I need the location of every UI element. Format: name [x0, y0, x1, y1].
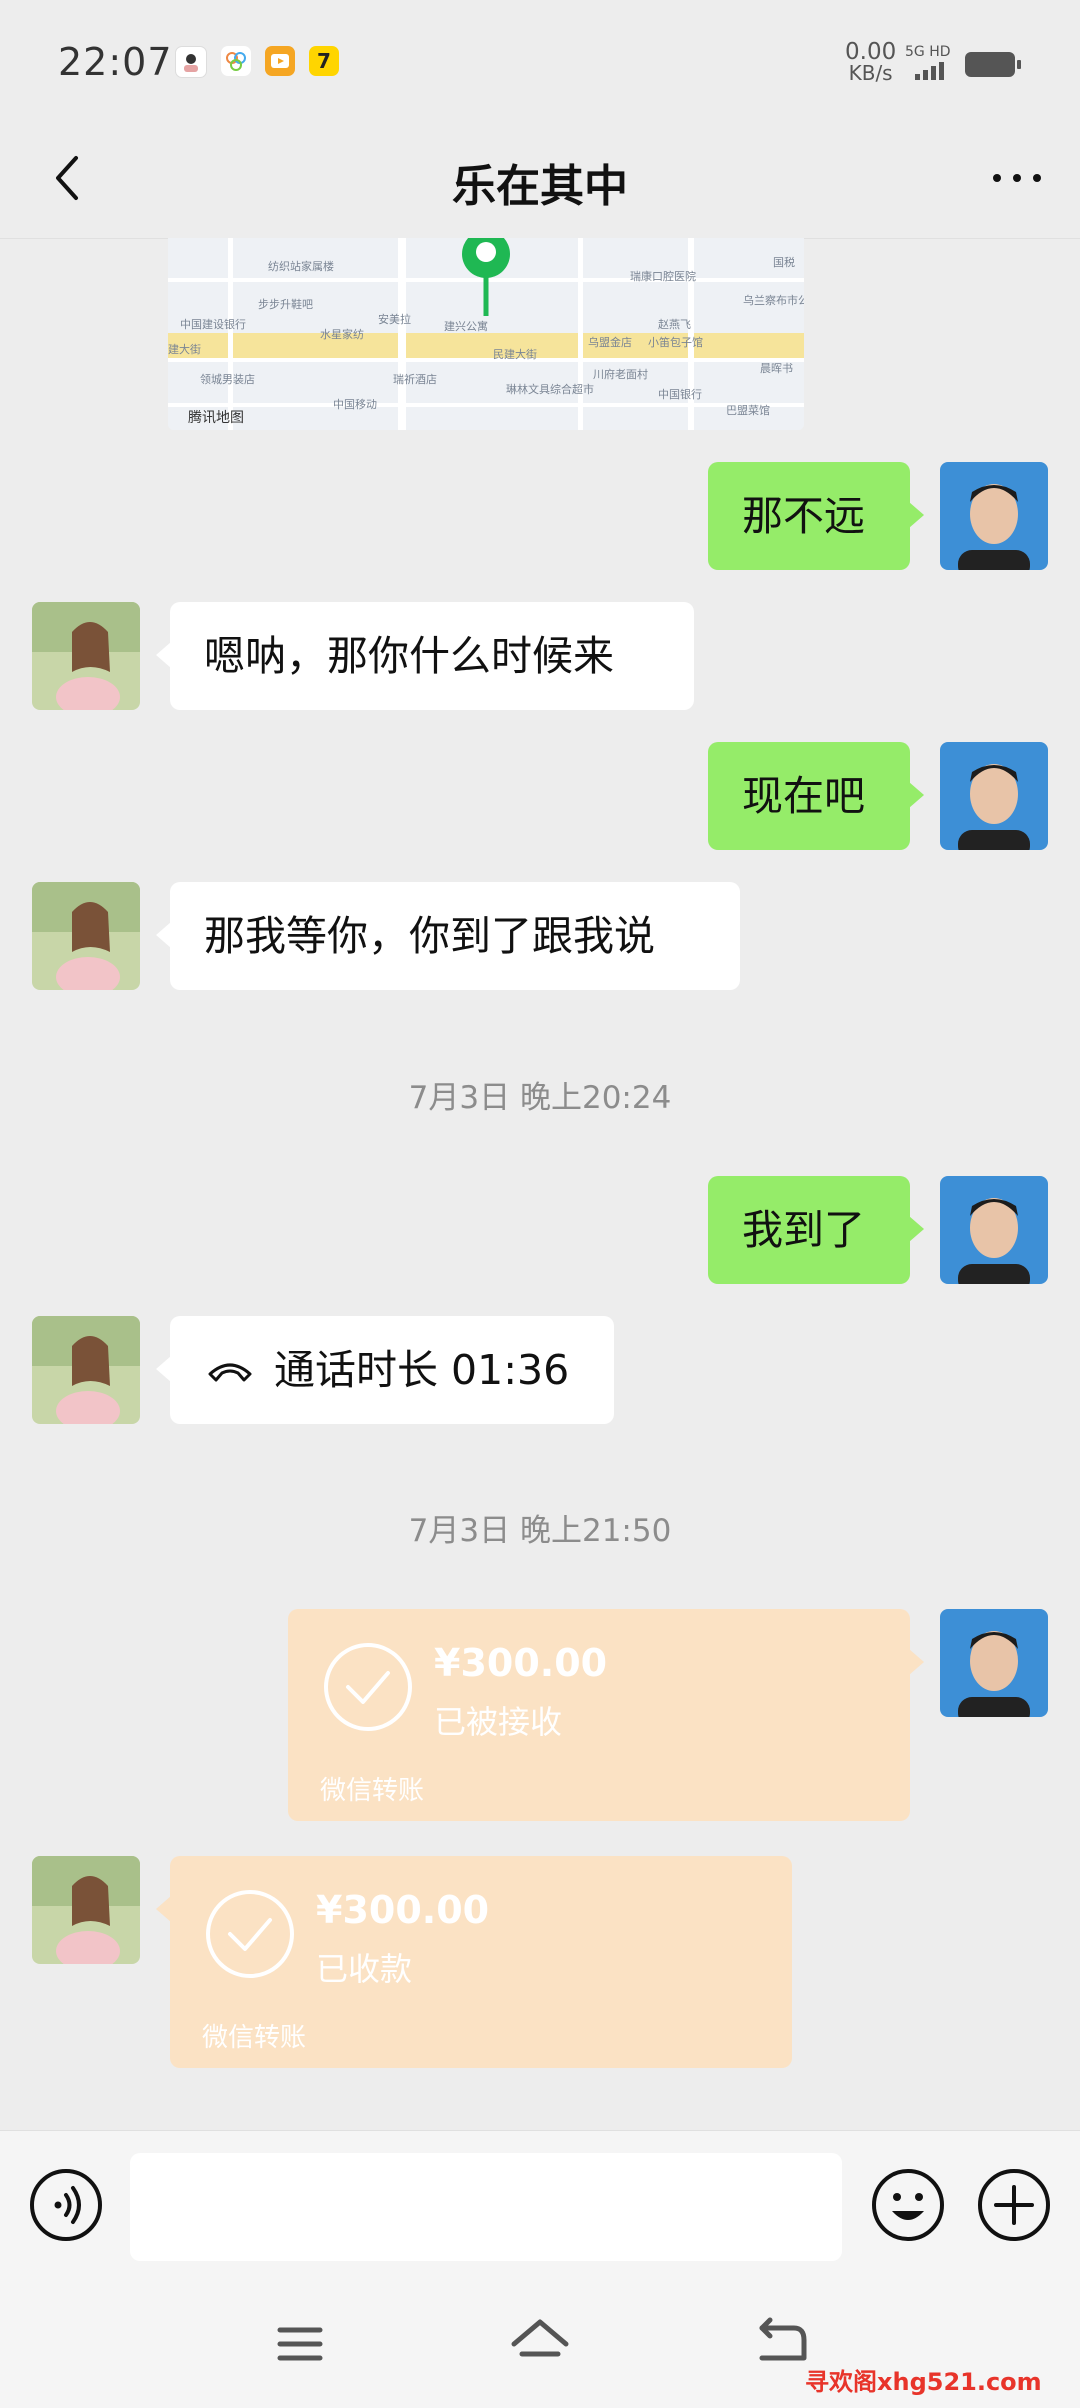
- contact-avatar[interactable]: [32, 882, 140, 990]
- signal-bars-icon: [915, 62, 944, 80]
- transfer-footer: 微信转账: [202, 2023, 307, 2053]
- home-icon: [511, 2319, 569, 2357]
- my-avatar[interactable]: [940, 462, 1048, 570]
- message-input[interactable]: [130, 2153, 842, 2261]
- avatar-app-icon: [175, 46, 207, 78]
- chat-title: 乐在其中: [452, 161, 628, 212]
- emoji-icon: [872, 2169, 944, 2241]
- emoji-button[interactable]: [870, 2167, 946, 2243]
- menu-icon: [277, 2327, 323, 2361]
- map-label: 琳林文具综合超市: [506, 382, 594, 396]
- message-bubble-outgoing[interactable]: 现在吧: [708, 742, 924, 850]
- map-label: 水星家纺: [320, 327, 364, 341]
- my-avatar[interactable]: [940, 1609, 1048, 1717]
- transfer-amount: ¥300.00: [434, 1641, 608, 1685]
- map-attribution: 腾讯地图: [188, 409, 244, 426]
- contact-avatar[interactable]: [32, 1316, 140, 1424]
- map-label: 乌盟金店: [588, 335, 632, 349]
- battery-icon: [965, 52, 1021, 77]
- location-map-preview[interactable]: 纺织站家属楼 国税 瑞康口腔医院 步步升鞋吧 建兴公寓 乌兰察布市公证处 中国建…: [168, 238, 804, 430]
- chat-header: 乐在其中: [0, 120, 1080, 239]
- map-label: 瑞祈酒店: [393, 372, 437, 386]
- map-label: 中国建设银行: [180, 317, 246, 331]
- plus-button[interactable]: [976, 2167, 1052, 2243]
- map-label: 中国银行: [658, 387, 702, 401]
- message-timestamp: 7月3日 晚上20:24: [408, 1080, 672, 1116]
- map-label: 建大街: [168, 342, 201, 356]
- check-circle-icon: [206, 1890, 294, 1978]
- message-bubble-incoming[interactable]: 那我等你，你到了跟我说: [156, 882, 740, 990]
- map-label: 建兴公寓: [444, 319, 488, 333]
- back-icon: [759, 2317, 807, 2361]
- more-dots-icon: [993, 174, 1041, 182]
- map-label: 小笛包子馆: [648, 335, 703, 349]
- seven-app-icon: 7: [309, 46, 339, 76]
- call-duration-bubble[interactable]: 通话时长 01:36: [156, 1316, 614, 1424]
- my-avatar[interactable]: [940, 1176, 1048, 1284]
- nav-menu-button[interactable]: [268, 2314, 332, 2374]
- message-input-bar: [0, 2130, 1080, 2289]
- message-bubble-incoming[interactable]: 嗯呐，那你什么时候来: [156, 602, 694, 710]
- watermark-text: 寻欢阁xhg521.com: [805, 2368, 1042, 2396]
- transfer-card-received[interactable]: ¥300.00 已收款 微信转账: [156, 1856, 792, 2068]
- more-button[interactable]: [984, 148, 1050, 208]
- photos-app-icon: [221, 46, 251, 76]
- map-label: 赵燕飞: [658, 317, 691, 331]
- map-label: 民建大街: [493, 347, 537, 361]
- call-duration-text: 通话时长 01:36: [274, 1346, 570, 1394]
- nav-home-button[interactable]: [508, 2314, 572, 2374]
- map-label: 纺织站家属楼: [268, 259, 334, 273]
- voice-button[interactable]: [28, 2167, 104, 2243]
- map-image: 纺织站家属楼 国税 瑞康口腔医院 步步升鞋吧 建兴公寓 乌兰察布市公证处 中国建…: [168, 238, 804, 430]
- video-app-icon: [265, 46, 295, 76]
- transfer-amount: ¥300.00: [316, 1888, 490, 1932]
- map-label: 安美拉: [378, 312, 411, 326]
- map-label: 步步升鞋吧: [258, 297, 313, 311]
- map-label: 川府老面村: [593, 367, 648, 381]
- message-timestamp: 7月3日 晚上21:50: [408, 1513, 672, 1549]
- status-bar: 22:07 7 0.00 KB/s 5G HD: [0, 0, 1080, 120]
- map-label: 中国移动: [333, 398, 377, 411]
- transfer-card-sent[interactable]: ¥300.00 已被接收 微信转账: [288, 1609, 924, 1821]
- message-bubble-outgoing[interactable]: 我到了: [708, 1176, 924, 1284]
- nav-back-button[interactable]: [748, 2314, 812, 2374]
- map-label: 乌兰察布市公证处: [743, 293, 804, 307]
- map-label: 晨晖书: [760, 362, 793, 375]
- transfer-status: 已被接收: [434, 1703, 563, 1741]
- voice-icon: [30, 2169, 102, 2241]
- contact-avatar[interactable]: [32, 602, 140, 710]
- map-label: 瑞康口腔医院: [630, 269, 696, 283]
- map-label: 领城男装店: [200, 372, 255, 386]
- plus-icon: [978, 2169, 1050, 2241]
- phone-icon: [204, 1316, 256, 1424]
- check-circle-icon: [324, 1643, 412, 1731]
- net-speed: 0.00 KB/s: [845, 39, 897, 85]
- status-time: 22:07: [58, 40, 173, 84]
- transfer-footer: 微信转账: [320, 1776, 425, 1806]
- map-label: 巴盟菜馆: [726, 403, 770, 417]
- map-label: 国税: [773, 255, 795, 269]
- message-bubble-outgoing[interactable]: 那不远: [708, 462, 924, 570]
- notification-icons: 7: [175, 46, 339, 78]
- contact-avatar[interactable]: [32, 1856, 140, 1964]
- transfer-status: 已收款: [316, 1950, 413, 1988]
- my-avatar[interactable]: [940, 742, 1048, 850]
- network-label: 5G HD: [905, 44, 951, 60]
